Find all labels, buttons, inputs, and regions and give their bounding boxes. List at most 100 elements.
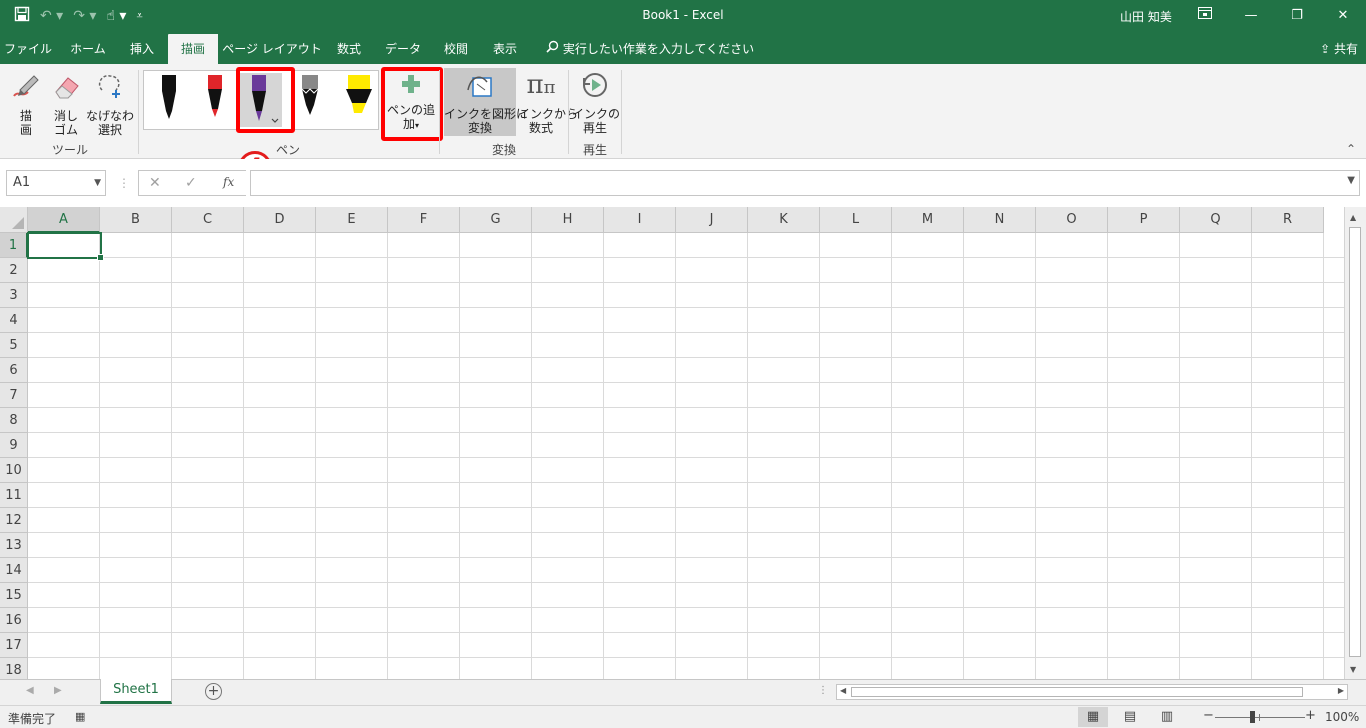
row-header[interactable]: 18 <box>0 658 28 679</box>
pencil-gray[interactable] <box>290 73 332 127</box>
group-label-pens: ペン <box>275 143 300 157</box>
column-header[interactable]: E <box>316 207 388 233</box>
row-header[interactable]: 8 <box>0 408 28 433</box>
ink-replay-button[interactable]: インクの 再生 <box>572 70 620 135</box>
tab-review[interactable]: 校閲 <box>434 34 478 64</box>
column-header[interactable]: P <box>1108 207 1180 233</box>
enter-icon[interactable]: ✓ <box>185 175 197 191</box>
cancel-icon[interactable]: ✕ <box>149 175 161 191</box>
row-header[interactable]: 4 <box>0 308 28 333</box>
user-name[interactable]: 山田 知美 <box>1120 8 1172 25</box>
highlighter-yellow[interactable] <box>338 73 380 127</box>
sheet-prev-icon[interactable]: ◀ <box>26 685 34 696</box>
column-header[interactable]: B <box>100 207 172 233</box>
formula-input[interactable]: ▼ <box>250 170 1360 196</box>
expand-formula-bar-icon[interactable]: ▼ <box>1347 175 1355 186</box>
active-cell-a1[interactable] <box>27 232 104 261</box>
chevron-down-icon[interactable]: ▼ <box>94 171 101 195</box>
row-header[interactable]: 2 <box>0 258 28 283</box>
column-header[interactable]: L <box>820 207 892 233</box>
row-header[interactable]: 6 <box>0 358 28 383</box>
zoom-slider-center-mark <box>1259 714 1260 721</box>
column-header[interactable]: O <box>1036 207 1108 233</box>
zoom-out-icon[interactable]: − <box>1203 708 1214 723</box>
row-header[interactable]: 14 <box>0 558 28 583</box>
row-header[interactable]: 16 <box>0 608 28 633</box>
sheet-next-icon[interactable]: ▶ <box>54 685 62 696</box>
row-header[interactable]: 7 <box>0 383 28 408</box>
scroll-right-icon[interactable]: ▶ <box>1338 686 1344 695</box>
column-header[interactable]: H <box>532 207 604 233</box>
column-header[interactable]: A <box>28 207 100 233</box>
zoom-slider-knob[interactable] <box>1250 711 1255 723</box>
zoom-slider[interactable] <box>1215 717 1305 718</box>
tab-split-handle-icon[interactable]: ⋮ <box>818 685 828 696</box>
tab-file[interactable]: ファイル <box>0 34 56 64</box>
zoom-in-icon[interactable]: + <box>1305 708 1316 723</box>
scroll-down-icon[interactable]: ▼ <box>1350 665 1356 674</box>
row-header[interactable]: 13 <box>0 533 28 558</box>
resize-handle-icon[interactable]: ⋮ <box>118 176 130 190</box>
eraser-button[interactable]: 消し ゴム <box>48 70 84 137</box>
pen-red[interactable] <box>194 73 236 127</box>
add-sheet-icon[interactable]: + <box>205 683 222 700</box>
collapse-ribbon-icon[interactable]: ⌃ <box>1346 142 1356 156</box>
row-header[interactable]: 11 <box>0 483 28 508</box>
column-header[interactable]: I <box>604 207 676 233</box>
column-header[interactable]: D <box>244 207 316 233</box>
name-box[interactable]: A1 ▼ <box>6 170 106 196</box>
tab-page-layout[interactable]: ページ レイアウト <box>222 34 322 64</box>
scroll-left-icon[interactable]: ◀ <box>840 686 846 695</box>
tab-draw[interactable]: 描画 <box>168 34 218 64</box>
horizontal-scrollbar[interactable]: ◀ ▶ <box>836 684 1348 700</box>
vertical-scrollbar[interactable]: ▲ ▼ <box>1344 207 1366 679</box>
share-button[interactable]: ⇪ 共有 <box>1320 34 1358 64</box>
column-header[interactable]: J <box>676 207 748 233</box>
select-all-button[interactable] <box>0 207 28 233</box>
pen-black[interactable] <box>148 73 190 127</box>
vertical-scroll-thumb[interactable] <box>1349 227 1361 657</box>
page-layout-view-icon[interactable]: ▤ <box>1115 707 1145 727</box>
row-header[interactable]: 12 <box>0 508 28 533</box>
column-header[interactable]: Q <box>1180 207 1252 233</box>
zoom-level[interactable]: 100% <box>1325 710 1359 724</box>
status-bar: 準備完了 ▦ ▦ ▤ ▥ − + 100% <box>0 705 1366 728</box>
column-header[interactable]: K <box>748 207 820 233</box>
page-break-preview-icon[interactable]: ▥ <box>1152 707 1182 727</box>
horizontal-scroll-thumb[interactable] <box>851 687 1303 697</box>
row-header[interactable]: 9 <box>0 433 28 458</box>
cell-area[interactable] <box>28 233 1344 679</box>
ink-to-math-button[interactable]: ππ インクから 数式 <box>518 70 578 135</box>
column-header[interactable]: F <box>388 207 460 233</box>
tab-formulas[interactable]: 数式 <box>326 34 372 64</box>
row-header[interactable]: 15 <box>0 583 28 608</box>
tab-view[interactable]: 表示 <box>482 34 528 64</box>
column-header[interactable]: M <box>892 207 964 233</box>
normal-view-icon[interactable]: ▦ <box>1078 707 1108 727</box>
row-header[interactable]: 1 <box>0 233 28 258</box>
column-header[interactable]: C <box>172 207 244 233</box>
scroll-up-icon[interactable]: ▲ <box>1350 213 1356 222</box>
macro-record-icon[interactable]: ▦ <box>75 710 85 723</box>
row-header[interactable]: 17 <box>0 633 28 658</box>
row-header[interactable]: 5 <box>0 333 28 358</box>
close-icon[interactable]: ✕ <box>1320 4 1366 28</box>
minimize-icon[interactable]: — <box>1228 4 1274 28</box>
worksheet-grid[interactable]: ABCDEFGHIJKLMNOPQR 1 2 3 4 5 6 7 8 9 10 11 12 13 14 15… <box>0 207 1366 679</box>
insert-function-icon[interactable]: fx <box>223 175 234 189</box>
ink-to-shape-button[interactable]: インクを図形に 変換 <box>444 68 528 136</box>
row-header[interactable]: 3 <box>0 283 28 308</box>
tab-home[interactable]: ホーム <box>60 34 116 64</box>
draw-button[interactable]: 描 画 <box>6 70 46 137</box>
restore-icon[interactable]: ❐ <box>1274 4 1320 28</box>
sheet-tab-sheet1[interactable]: Sheet1 <box>100 679 172 704</box>
tab-insert[interactable]: 挿入 <box>118 34 166 64</box>
ribbon-display-options-icon[interactable] <box>1182 4 1228 28</box>
column-header[interactable]: N <box>964 207 1036 233</box>
tell-me-box[interactable]: 実行したい作業を入力してください <box>546 34 754 64</box>
tab-data[interactable]: データ <box>376 34 430 64</box>
column-header[interactable]: R <box>1252 207 1324 233</box>
lasso-select-button[interactable]: なげなわ 選択 <box>86 70 134 137</box>
row-header[interactable]: 10 <box>0 458 28 483</box>
column-header[interactable]: G <box>460 207 532 233</box>
